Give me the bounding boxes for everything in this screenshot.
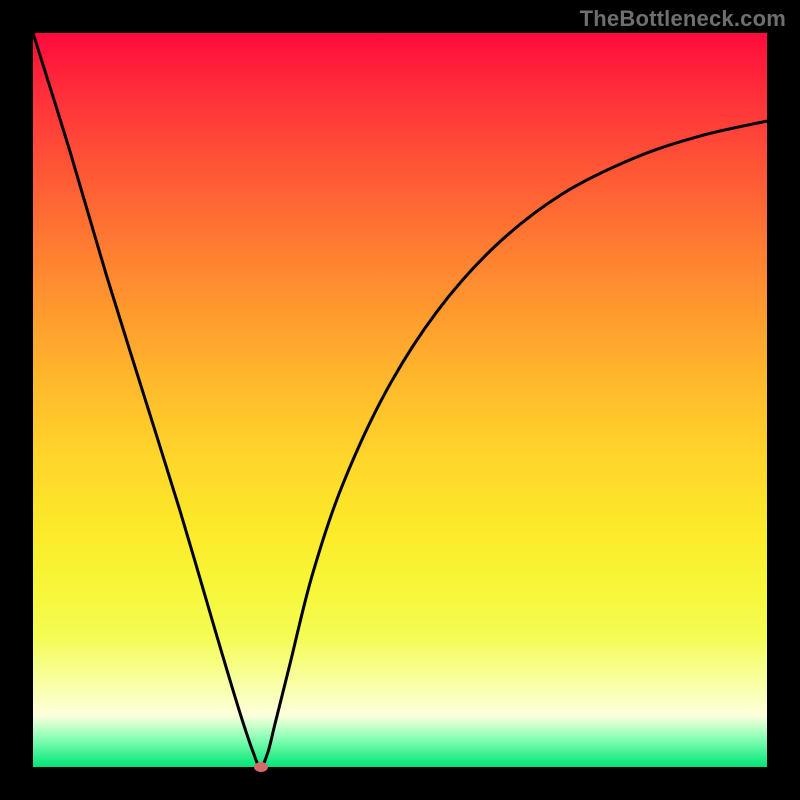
minimum-point-marker: [254, 762, 268, 772]
watermark-label: TheBottleneck.com: [580, 6, 786, 32]
chart-plot-area: [33, 33, 767, 767]
chart-curve-svg: [33, 33, 767, 767]
bottleneck-curve-path: [33, 33, 767, 767]
chart-frame: TheBottleneck.com: [0, 0, 800, 800]
